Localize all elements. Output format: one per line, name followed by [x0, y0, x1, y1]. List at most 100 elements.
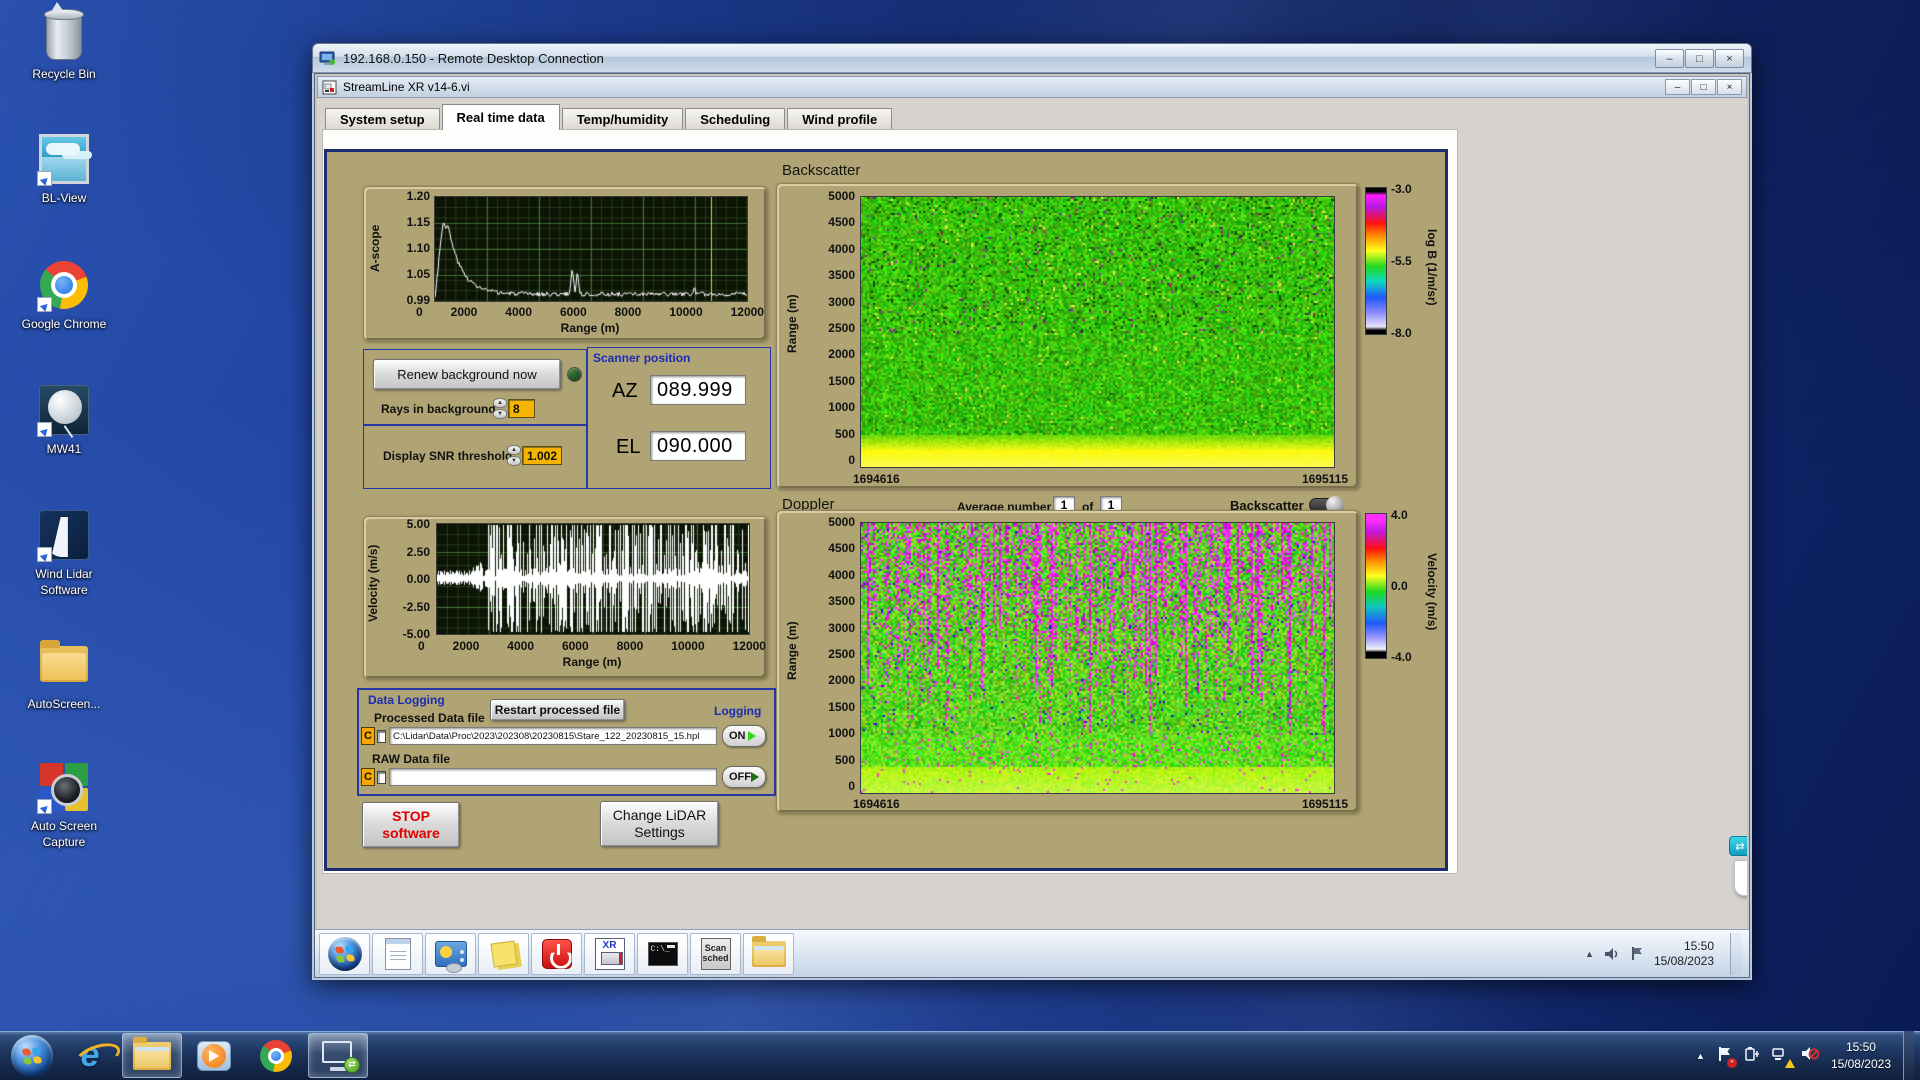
- remote-display-settings-button[interactable]: [425, 932, 476, 975]
- remote-clock[interactable]: 15:50 15/08/2023: [1654, 939, 1714, 969]
- tab-system-setup[interactable]: System setup: [325, 108, 440, 130]
- folder-icon: [37, 638, 91, 692]
- remote-tray-expand-icon[interactable]: ▲: [1585, 949, 1594, 959]
- remote-clock-date: 15/08/2023: [1653, 953, 1714, 968]
- tray-volume-muted-icon[interactable]: [1801, 1046, 1820, 1065]
- doppler-colorbar: [1365, 513, 1387, 659]
- doppler-y-ticks: 5000 4500 4000 3500 3000 2500 2000 1500 1000 500 0: [828, 515, 855, 793]
- ascope-y-ticks: 1.20 1.15 1.10 1.05 0.99: [406, 189, 430, 307]
- remote-notepad-button[interactable]: [372, 932, 423, 975]
- scanner-position-group: Scanner position AZ 089.999 EL 090.000: [587, 347, 771, 489]
- processed-path-type-icon: [377, 730, 386, 743]
- background-led-indicator: [567, 367, 582, 382]
- show-desktop-button[interactable]: [1903, 1031, 1914, 1080]
- tab-real-time-data[interactable]: Real time data: [441, 104, 560, 130]
- desktop-icon-auto-screen-capture[interactable]: Auto Screen Capture: [10, 760, 118, 850]
- taskbar-clock[interactable]: 15:50 15/08/2023: [1831, 1039, 1891, 1071]
- remote-tray: ▲ 15:50 15/08/2023: [1585, 932, 1746, 975]
- processed-path-field[interactable]: C:\Lidar\Data\Proc\2023\202308\20230815\…: [389, 727, 717, 745]
- notepad-icon: [384, 937, 411, 970]
- remote-start-button[interactable]: [319, 932, 370, 975]
- rays-spinner[interactable]: ▲ ▼: [493, 398, 507, 419]
- remote-start-orb-icon: [327, 936, 362, 971]
- remote-speaker-icon[interactable]: [1604, 947, 1620, 961]
- remote-sticky-notes-button[interactable]: [478, 932, 529, 975]
- rdp-maximize-button[interactable]: □: [1685, 49, 1714, 68]
- taskbar-internet-explorer-button[interactable]: e: [60, 1033, 120, 1078]
- app-client-area: System setup Real time data Temp/humidit…: [317, 98, 1747, 929]
- rdp-minimize-button[interactable]: –: [1655, 49, 1684, 68]
- sync-notifier-icon[interactable]: ⇄: [1729, 836, 1747, 856]
- change-lidar-settings-button[interactable]: Change LiDAR Settings: [600, 801, 719, 847]
- rdp-close-button[interactable]: ×: [1715, 49, 1744, 68]
- tray-network-icon[interactable]: [1772, 1047, 1795, 1068]
- remote-scan-scheduler-button[interactable]: Scan sched: [690, 932, 741, 975]
- auto-screen-capture-icon: [37, 760, 91, 814]
- raw-logging-off-button[interactable]: OFF: [722, 766, 766, 788]
- remote-power-button[interactable]: [531, 932, 582, 975]
- desktop-icon-mw41[interactable]: MW41: [10, 383, 118, 458]
- app-minimize-button[interactable]: –: [1665, 79, 1690, 95]
- desktop-icon-wind-lidar[interactable]: Wind Lidar Software: [10, 508, 118, 598]
- tray-expand-icon[interactable]: ▲: [1696, 1051, 1705, 1061]
- ascope-graph-group: A-scope 1.20 1.15 1.10 1.05 0.99 0 2000 4000 60…: [363, 186, 767, 341]
- desktop-icon-google-chrome[interactable]: Google Chrome: [10, 258, 118, 333]
- snr-spinner[interactable]: ▲ ▼: [507, 445, 521, 466]
- remote-folder-button[interactable]: [743, 932, 794, 975]
- streamline-xr-icon: XR: [594, 937, 625, 970]
- app-window-icon: [322, 80, 337, 94]
- doppler-colorbar-ticks: 4.0 0.0 -4.0: [1391, 508, 1412, 664]
- stop-software-button[interactable]: STOP software: [362, 802, 460, 848]
- app-restore-button[interactable]: □: [1691, 79, 1716, 95]
- taskbar-media-player-button[interactable]: [184, 1033, 244, 1078]
- app-titlebar[interactable]: StreamLine XR v14-6.vi – □ ×: [317, 76, 1747, 98]
- tray-power-plug-icon[interactable]: [1744, 1046, 1760, 1065]
- power-icon: [541, 938, 572, 969]
- desktop-icon-label: Google Chrome: [21, 317, 107, 331]
- on-label: ON: [729, 730, 746, 742]
- tab-scheduling[interactable]: Scheduling: [685, 108, 786, 130]
- start-button[interactable]: [6, 1033, 58, 1078]
- desktop-icon-label: Recycle Bin: [32, 67, 96, 81]
- az-value-field[interactable]: 089.999: [650, 375, 746, 405]
- background-controls-group: Renew background now Rays in background …: [363, 349, 587, 425]
- system-tray: ▲ × 15:50 15/08/2023: [1696, 1031, 1920, 1080]
- remote-clock-time: 15:50: [1683, 938, 1714, 953]
- processed-drive-box[interactable]: C: [361, 727, 375, 745]
- rdp-window: 192.168.0.150 - Remote Desktop Connectio…: [312, 43, 1752, 980]
- desktop-icon-label: Wind Lidar Software: [35, 567, 93, 597]
- rays-value-field[interactable]: 8: [508, 399, 535, 418]
- raw-path-field[interactable]: [389, 768, 717, 786]
- tab-temp-humidity[interactable]: Temp/humidity: [561, 108, 684, 130]
- desktop-icon-autoscreen-folder[interactable]: AutoScreen...: [10, 638, 118, 713]
- backscatter-graph-group: Range (m) 5000 4500 4000 3500 3000 2500 2000 15…: [776, 183, 1359, 489]
- el-value-field[interactable]: 090.000: [650, 431, 746, 461]
- raw-drive-box[interactable]: C: [361, 768, 375, 786]
- ascope-plot: [434, 196, 748, 302]
- tab-wind-profile[interactable]: Wind profile: [787, 108, 893, 130]
- renew-background-button[interactable]: Renew background now: [373, 359, 561, 390]
- snr-value-field[interactable]: 1.002: [522, 446, 562, 465]
- taskbar-explorer-button[interactable]: [122, 1033, 182, 1078]
- remote-action-center-flag-icon[interactable]: [1630, 946, 1644, 961]
- desktop-icon-bl-view[interactable]: BL-View: [10, 132, 118, 207]
- taskbar-clock-time: 15:50: [1845, 1040, 1876, 1055]
- remote-streamline-xr-button[interactable]: XR: [584, 932, 635, 975]
- restart-processed-file-button[interactable]: Restart processed file: [490, 699, 625, 721]
- taskbar-chrome-button[interactable]: [246, 1033, 306, 1078]
- remote-show-desktop-button[interactable]: [1730, 932, 1742, 975]
- app-close-button[interactable]: ×: [1717, 79, 1742, 95]
- scanner-position-title: Scanner position: [593, 351, 691, 365]
- ascope-y-axis-label: A-scope: [368, 224, 382, 272]
- taskbar-rdp-button[interactable]: ⇄: [308, 1033, 368, 1078]
- tab-page: Backscatter Doppler A-scope 1.20 1.15 1.10…: [322, 129, 1458, 874]
- windows-explorer-icon: [133, 1036, 171, 1070]
- processed-logging-on-button[interactable]: ON: [722, 725, 766, 747]
- rdp-titlebar[interactable]: 192.168.0.150 - Remote Desktop Connectio…: [312, 43, 1752, 73]
- desktop-icon-recycle-bin[interactable]: Recycle Bin: [10, 8, 118, 83]
- doppler-y-axis-label: Range (m): [785, 621, 799, 681]
- remote-command-prompt-button[interactable]: C:\_: [637, 932, 688, 975]
- change-line2: Settings: [634, 824, 685, 840]
- backscatter-colorbar-ticks: -3.0 -5.5 -8.0: [1391, 182, 1412, 340]
- tray-action-center-icon[interactable]: ×: [1717, 1046, 1737, 1068]
